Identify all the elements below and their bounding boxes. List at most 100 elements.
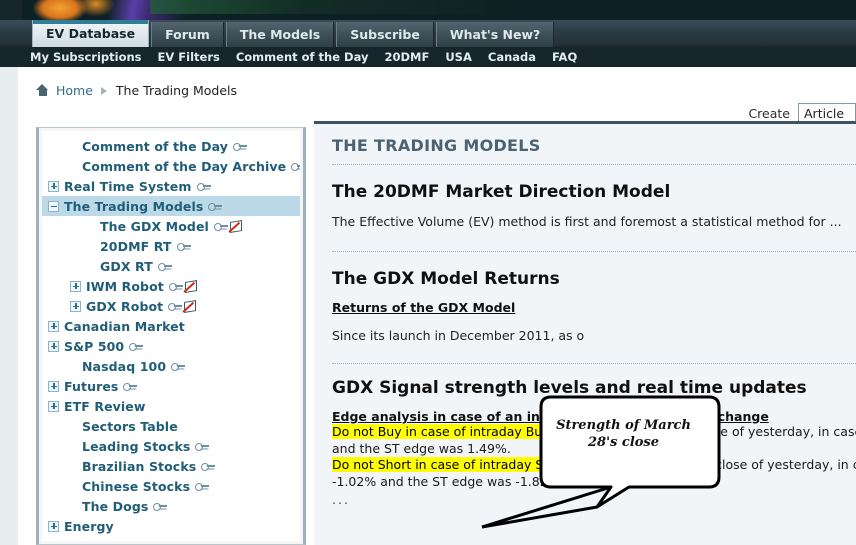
sidebar-item-label: Materials: [64, 539, 131, 542]
sidebar-item-canadian-market[interactable]: Canadian Market: [42, 316, 300, 336]
sidebar-item-energy[interactable]: Energy: [42, 516, 300, 536]
subnav-item-my-subscriptions[interactable]: My Subscriptions: [30, 50, 142, 64]
tab-label: Forum: [165, 27, 210, 42]
body-gdx-returns: Since its launch in December 2011, as o: [332, 328, 585, 343]
chevron-right-icon: [100, 86, 109, 95]
callout-bubble: Strength of March 28's close: [481, 395, 721, 529]
sidebar-item-materials[interactable]: Materials: [42, 536, 300, 541]
sidebar-panel: Comment of the Day Comment of the Day Arc…: [36, 127, 306, 545]
tab-ev-database[interactable]: EV Database: [32, 20, 150, 47]
sidebar-item-gdx-robot[interactable]: GDX Robot: [42, 296, 300, 316]
divider: [332, 164, 856, 165]
expand-plus-icon[interactable]: [48, 400, 59, 412]
expand-plus-icon[interactable]: [48, 540, 59, 541]
sidebar-item-iwm-robot[interactable]: IWM Robot: [42, 276, 300, 296]
primary-tab-bar: EV Database Forum The Models Subscribe W…: [0, 20, 856, 47]
banner-left-block: [0, 0, 22, 20]
expand-plus-icon[interactable]: [48, 340, 59, 352]
expand-plus-icon[interactable]: [48, 180, 59, 192]
sidebar-item-gdx-rt[interactable]: GDX RT: [42, 256, 300, 276]
create-type-value: Article: [804, 106, 845, 121]
sidebar-item-label: S&P 500: [64, 338, 125, 354]
chart-restricted-icon: [183, 300, 196, 312]
tab-label: EV Database: [46, 26, 136, 41]
sidebar-item-chinese-stocks[interactable]: Chinese Stocks: [42, 476, 300, 496]
tab-the-models[interactable]: The Models: [225, 22, 335, 47]
sidebar-item-label: Nasdaq 100: [82, 358, 167, 374]
key-icon: [168, 281, 183, 291]
sidebar-item-brazilian-stocks[interactable]: Brazilian Stocks: [42, 456, 300, 476]
sidebar-item-label: Brazilian Stocks: [82, 458, 197, 474]
key-icon: [123, 381, 138, 391]
secondary-nav: My Subscriptions EV Filters Comment of t…: [0, 47, 856, 67]
breadcrumb: Home The Trading Models: [36, 80, 237, 100]
key-icon: [201, 461, 216, 471]
link-returns-of-gdx-model[interactable]: Returns of the GDX Model: [332, 300, 515, 315]
sidebar-item-label: Sectors Table: [82, 418, 178, 434]
sidebar-item-label: ETF Review: [64, 398, 146, 414]
sidebar-item-the-dogs[interactable]: The Dogs: [42, 496, 300, 516]
key-icon: [195, 481, 210, 491]
callout-text: Strength of March 28's close: [556, 418, 691, 450]
subnav-item-ev-filters[interactable]: EV Filters: [158, 50, 220, 64]
sidebar-item-comment-of-the-day[interactable]: Comment of the Day: [42, 136, 300, 156]
tab-forum[interactable]: Forum: [151, 22, 224, 47]
tab-whats-new[interactable]: What's New?: [435, 22, 555, 47]
subnav-item-20dmf[interactable]: 20DMF: [384, 50, 429, 64]
sidebar-item-futures[interactable]: Futures: [42, 376, 300, 396]
sidebar-item-label: IWM Robot: [86, 278, 164, 294]
subnav-item-faq[interactable]: FAQ: [552, 50, 577, 64]
key-icon: [291, 161, 300, 171]
sidebar-item-s-p-500[interactable]: S&P 500: [42, 336, 300, 356]
collapse-minus-icon[interactable]: [48, 200, 59, 212]
subnav-item-usa[interactable]: USA: [445, 50, 472, 64]
subnav-item-canada[interactable]: Canada: [488, 50, 536, 64]
sidebar-item-nasdaq-100[interactable]: Nasdaq 100: [42, 356, 300, 376]
primary-tabs: EV Database Forum The Models Subscribe W…: [32, 20, 556, 47]
sidebar-item-leading-stocks[interactable]: Leading Stocks: [42, 436, 300, 456]
expand-plus-icon[interactable]: [48, 520, 59, 532]
breadcrumb-home-link[interactable]: Home: [56, 83, 93, 98]
divider: [332, 363, 856, 364]
sidebar-item-label: Real Time System: [64, 178, 192, 194]
breadcrumb-current: The Trading Models: [115, 82, 238, 98]
sidebar-item-comment-of-the-day-archive[interactable]: Comment of the Day Archive: [42, 156, 300, 176]
sidebar-item-label: Energy: [64, 518, 114, 534]
sidebar-item-label: The Dogs: [82, 498, 149, 514]
callout-shape-icon: [481, 395, 721, 529]
expand-plus-icon[interactable]: [70, 300, 81, 312]
expand-plus-icon[interactable]: [70, 280, 81, 292]
sidebar-item-label: The GDX Model: [100, 218, 209, 234]
chart-restricted-icon: [229, 220, 242, 232]
sidebar-item-the-trading-models[interactable]: The Trading Models: [42, 196, 300, 216]
sidebar-item-real-time-system[interactable]: Real Time System: [42, 176, 300, 196]
key-icon: [196, 181, 211, 191]
tab-label: The Models: [239, 27, 321, 42]
sidebar-item-20dmf-rt[interactable]: 20DMF RT: [42, 236, 300, 256]
page-title: THE TRADING MODELS: [332, 136, 541, 155]
banner-artwork-secondary-icon: [150, 0, 530, 14]
subnav-item-comment-of-the-day[interactable]: Comment of the Day: [236, 50, 369, 64]
create-label: Create: [748, 106, 790, 121]
sidebar-item-sectors-table[interactable]: Sectors Table: [42, 416, 300, 436]
key-icon: [171, 361, 186, 371]
home-icon: [36, 84, 49, 96]
key-icon: [176, 241, 191, 251]
sidebar-item-label: Comment of the Day: [82, 138, 228, 154]
key-icon: [157, 261, 172, 271]
expand-plus-icon[interactable]: [48, 320, 59, 332]
key-icon: [208, 201, 223, 211]
sidebar-item-the-gdx-model[interactable]: The GDX Model: [42, 216, 300, 236]
key-icon: [213, 221, 228, 231]
sidebar-item-label: Canadian Market: [64, 318, 185, 334]
main-content: THE TRADING MODELS The 20DMF Market Dire…: [314, 121, 856, 545]
sidebar-item-etf-review[interactable]: ETF Review: [42, 396, 300, 416]
tab-subscribe[interactable]: Subscribe: [336, 22, 434, 47]
expand-plus-icon[interactable]: [48, 380, 59, 392]
